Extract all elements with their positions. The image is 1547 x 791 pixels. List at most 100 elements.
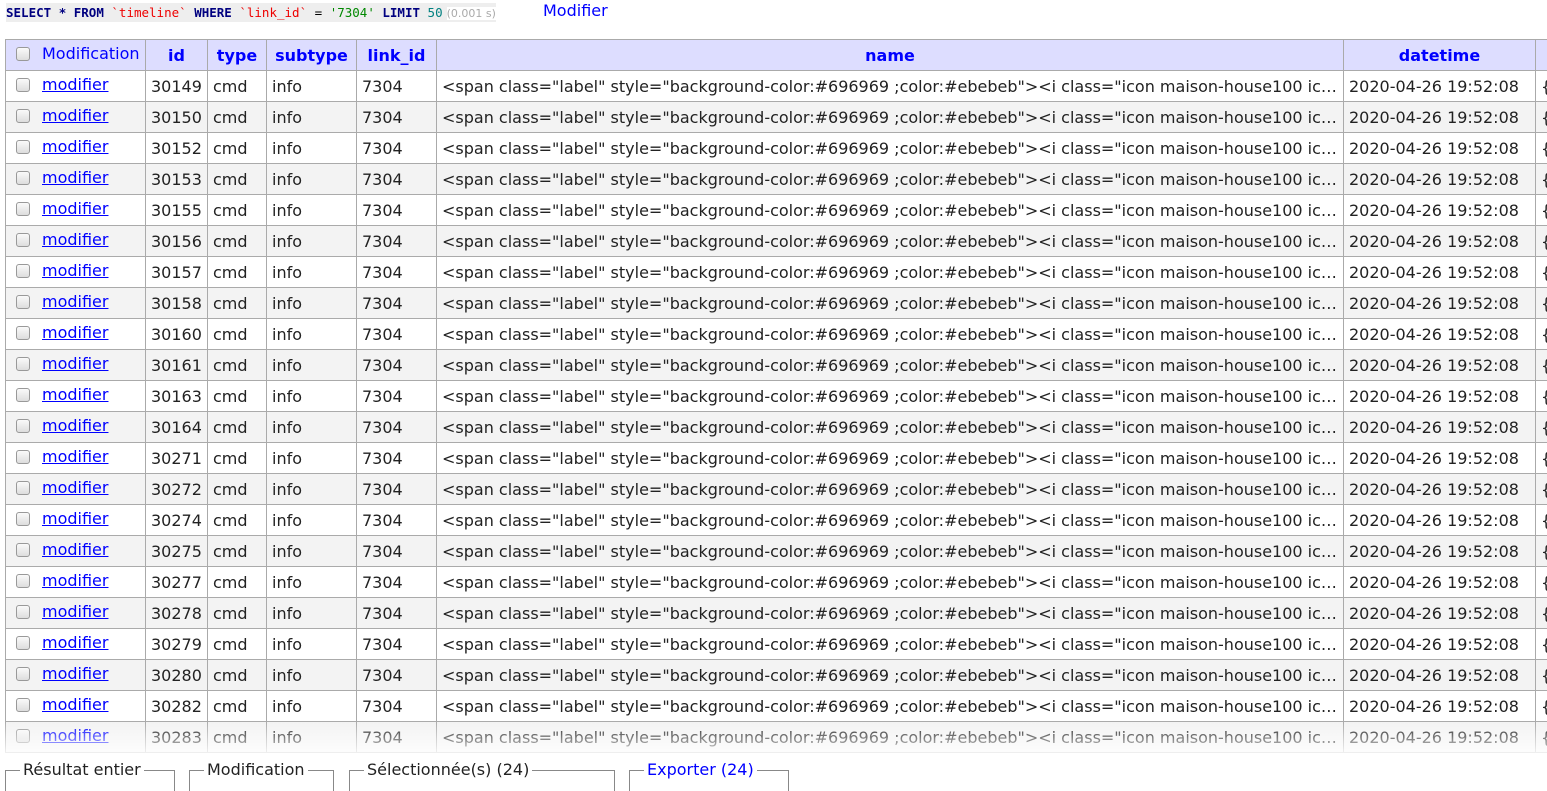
cell-id: 30164	[146, 412, 208, 443]
header-subtype[interactable]: subtype	[267, 40, 357, 71]
row-checkbox[interactable]	[16, 326, 30, 340]
row-checkbox[interactable]	[16, 295, 30, 309]
row-checkbox[interactable]	[16, 574, 30, 588]
row-checkbox[interactable]	[16, 388, 30, 402]
cell-extra: {	[1536, 443, 1547, 474]
cell-link-id: 7304	[357, 350, 437, 381]
cell-subtype: info	[267, 505, 357, 536]
cell-subtype: info	[267, 412, 357, 443]
row-edit-link[interactable]: modifier	[42, 571, 108, 590]
cell-extra: {	[1536, 257, 1547, 288]
row-edit-link[interactable]: modifier	[42, 230, 108, 249]
row-edit-link[interactable]: modifier	[42, 478, 108, 497]
edit-query-link[interactable]: Modifier	[543, 1, 608, 20]
row-edit-link[interactable]: modifier	[42, 633, 108, 652]
row-checkbox[interactable]	[16, 698, 30, 712]
cell-extra: {	[1536, 226, 1547, 257]
row-edit-link[interactable]: modifier	[42, 695, 108, 714]
row-select-cell: modifier	[6, 381, 146, 412]
row-edit-link[interactable]: modifier	[42, 385, 108, 404]
row-checkbox[interactable]	[16, 233, 30, 247]
table-row: modifier 30164 cmd info 7304 <span class…	[6, 412, 1547, 443]
row-edit-link[interactable]: modifier	[42, 261, 108, 280]
cell-datetime: 2020-04-26 19:52:08	[1344, 350, 1536, 381]
cell-link-id: 7304	[357, 505, 437, 536]
table-row: modifier 30278 cmd info 7304 <span class…	[6, 598, 1547, 629]
row-checkbox[interactable]	[16, 109, 30, 123]
cell-link-id: 7304	[357, 71, 437, 102]
header-type[interactable]: type	[208, 40, 267, 71]
row-select-cell: modifier	[6, 412, 146, 443]
table-row: modifier 30277 cmd info 7304 <span class…	[6, 567, 1547, 598]
row-edit-link[interactable]: modifier	[42, 664, 108, 683]
row-checkbox[interactable]	[16, 450, 30, 464]
cell-id: 30161	[146, 350, 208, 381]
cell-link-id: 7304	[357, 319, 437, 350]
cell-subtype: info	[267, 381, 357, 412]
cell-type: cmd	[208, 257, 267, 288]
row-edit-link[interactable]: modifier	[42, 540, 108, 559]
cell-id: 30150	[146, 102, 208, 133]
row-edit-link[interactable]: modifier	[42, 292, 108, 311]
row-edit-link[interactable]: modifier	[42, 75, 108, 94]
table-row: modifier 30280 cmd info 7304 <span class…	[6, 660, 1547, 691]
row-checkbox[interactable]	[16, 636, 30, 650]
row-checkbox[interactable]	[16, 543, 30, 557]
row-edit-link[interactable]: modifier	[42, 137, 108, 156]
row-select-cell: modifier	[6, 505, 146, 536]
cell-name: <span class="label" style="background-co…	[437, 319, 1344, 350]
cell-id: 30156	[146, 226, 208, 257]
cell-name: <span class="label" style="background-co…	[437, 195, 1344, 226]
cell-datetime: 2020-04-26 19:52:08	[1344, 474, 1536, 505]
cell-id: 30149	[146, 71, 208, 102]
cell-datetime: 2020-04-26 19:52:08	[1344, 505, 1536, 536]
row-edit-link[interactable]: modifier	[42, 509, 108, 528]
row-checkbox[interactable]	[16, 667, 30, 681]
row-edit-link[interactable]: modifier	[42, 168, 108, 187]
table-row: modifier 30279 cmd info 7304 <span class…	[6, 629, 1547, 660]
row-checkbox[interactable]	[16, 202, 30, 216]
header-name[interactable]: name	[437, 40, 1344, 71]
row-edit-link[interactable]: modifier	[42, 323, 108, 342]
cell-name: <span class="label" style="background-co…	[437, 257, 1344, 288]
cell-name: <span class="label" style="background-co…	[437, 691, 1344, 722]
cell-id: 30157	[146, 257, 208, 288]
header-link-id[interactable]: link_id	[357, 40, 437, 71]
row-edit-link[interactable]: modifier	[42, 354, 108, 373]
row-checkbox[interactable]	[16, 140, 30, 154]
row-edit-link[interactable]: modifier	[42, 416, 108, 435]
cell-type: cmd	[208, 691, 267, 722]
cell-id: 30158	[146, 288, 208, 319]
row-checkbox[interactable]	[16, 264, 30, 278]
row-select-cell: modifier	[6, 71, 146, 102]
row-edit-link[interactable]: modifier	[42, 602, 108, 621]
results-table: Modification id type subtype link_id nam…	[5, 39, 1547, 753]
cell-datetime: 2020-04-26 19:52:08	[1344, 319, 1536, 350]
row-checkbox[interactable]	[16, 78, 30, 92]
row-checkbox[interactable]	[16, 357, 30, 371]
cell-name: <span class="label" style="background-co…	[437, 381, 1344, 412]
header-id[interactable]: id	[146, 40, 208, 71]
cell-link-id: 7304	[357, 133, 437, 164]
cell-type: cmd	[208, 133, 267, 164]
row-checkbox[interactable]	[16, 481, 30, 495]
cell-type: cmd	[208, 443, 267, 474]
row-checkbox[interactable]	[16, 512, 30, 526]
row-checkbox[interactable]	[16, 605, 30, 619]
cell-extra: {	[1536, 319, 1547, 350]
row-edit-link[interactable]: modifier	[42, 106, 108, 125]
cell-subtype: info	[267, 319, 357, 350]
row-checkbox[interactable]	[16, 419, 30, 433]
header-extra[interactable]	[1536, 40, 1547, 71]
select-all-checkbox[interactable]	[16, 47, 30, 61]
row-edit-link[interactable]: modifier	[42, 199, 108, 218]
row-checkbox[interactable]	[16, 171, 30, 185]
cell-type: cmd	[208, 598, 267, 629]
row-select-cell: modifier	[6, 350, 146, 381]
row-select-cell: modifier	[6, 226, 146, 257]
table-row: modifier 30152 cmd info 7304 <span class…	[6, 133, 1547, 164]
cell-datetime: 2020-04-26 19:52:08	[1344, 164, 1536, 195]
row-edit-link[interactable]: modifier	[42, 447, 108, 466]
row-select-cell: modifier	[6, 691, 146, 722]
header-datetime[interactable]: datetime	[1344, 40, 1536, 71]
